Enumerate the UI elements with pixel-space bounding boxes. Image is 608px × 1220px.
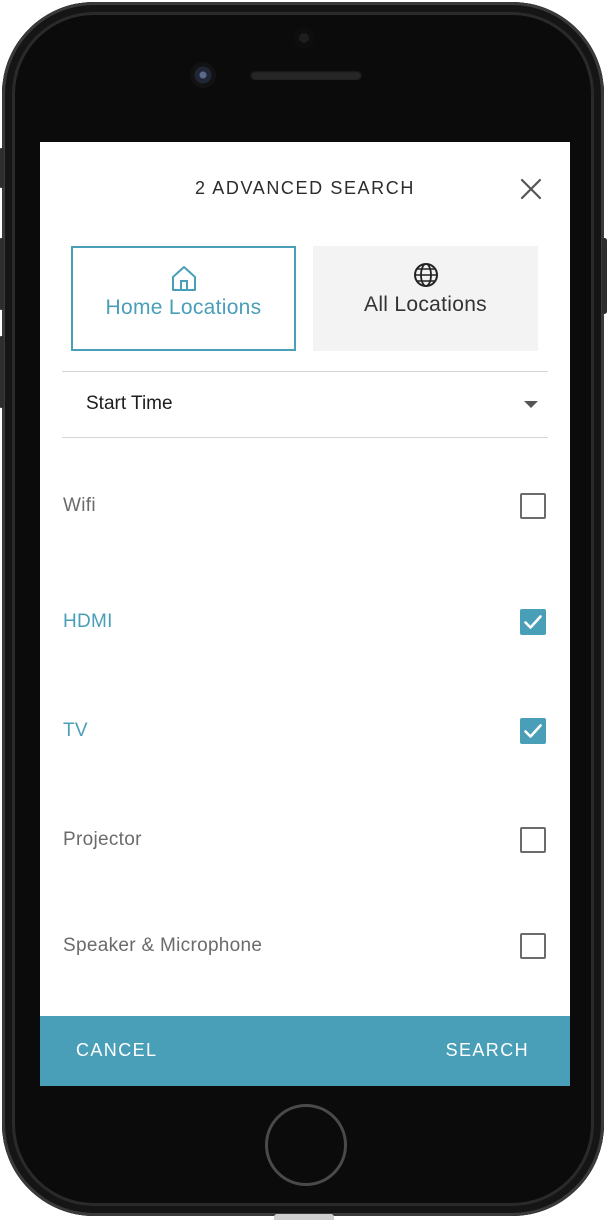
earpiece-speaker — [250, 70, 362, 80]
search-button[interactable]: SEARCH — [446, 1040, 529, 1061]
home-locations-button[interactable]: Home Locations — [71, 246, 296, 351]
speaker-microphone-checkbox[interactable] — [520, 933, 546, 959]
option-wifi[interactable]: Wifi — [62, 482, 548, 530]
volume-down-button — [0, 336, 4, 408]
option-label: Projector — [63, 829, 142, 850]
option-label: TV — [63, 720, 88, 741]
mute-switch — [0, 148, 4, 188]
sort-select[interactable]: Start Time — [62, 373, 548, 437]
divider-top — [62, 371, 548, 372]
proximity-sensor — [294, 28, 314, 48]
lightning-port — [274, 1214, 334, 1220]
option-speaker-microphone[interactable]: Speaker & Microphone — [62, 922, 548, 970]
front-camera — [190, 62, 216, 88]
page-title: 2 ADVANCED SEARCH — [195, 178, 415, 198]
all-locations-button[interactable]: All Locations — [313, 246, 538, 351]
power-button — [602, 238, 607, 314]
option-label: Wifi — [63, 495, 96, 516]
phone-frame: 2 ADVANCED SEARCH Home Locations All Loc… — [0, 2, 607, 1216]
divider-bottom — [62, 437, 548, 438]
sort-select-value: Start Time — [86, 393, 173, 414]
hdmi-checkbox[interactable] — [520, 609, 546, 635]
all-locations-label: All Locations — [364, 293, 487, 316]
checkmark-icon — [524, 724, 542, 738]
home-locations-label: Home Locations — [105, 296, 262, 319]
cancel-button[interactable]: CANCEL — [76, 1040, 157, 1061]
action-footer: CANCEL SEARCH — [40, 1016, 570, 1086]
wifi-checkbox[interactable] — [520, 493, 546, 519]
option-tv[interactable]: TV — [62, 707, 548, 755]
option-label: HDMI — [63, 611, 113, 632]
home-icon — [171, 266, 196, 291]
close-icon[interactable] — [518, 176, 544, 202]
checkmark-icon — [524, 615, 542, 629]
globe-icon — [413, 263, 438, 287]
volume-up-button — [0, 238, 4, 310]
caret-down-icon — [524, 401, 538, 408]
option-label: Speaker & Microphone — [63, 935, 263, 956]
advanced-search-screen: 2 ADVANCED SEARCH Home Locations All Loc… — [40, 142, 570, 1086]
projector-checkbox[interactable] — [520, 827, 546, 853]
tv-checkbox[interactable] — [520, 718, 546, 744]
home-button[interactable] — [265, 1104, 347, 1186]
option-hdmi[interactable]: HDMI — [62, 598, 548, 646]
option-projector[interactable]: Projector — [62, 816, 548, 864]
